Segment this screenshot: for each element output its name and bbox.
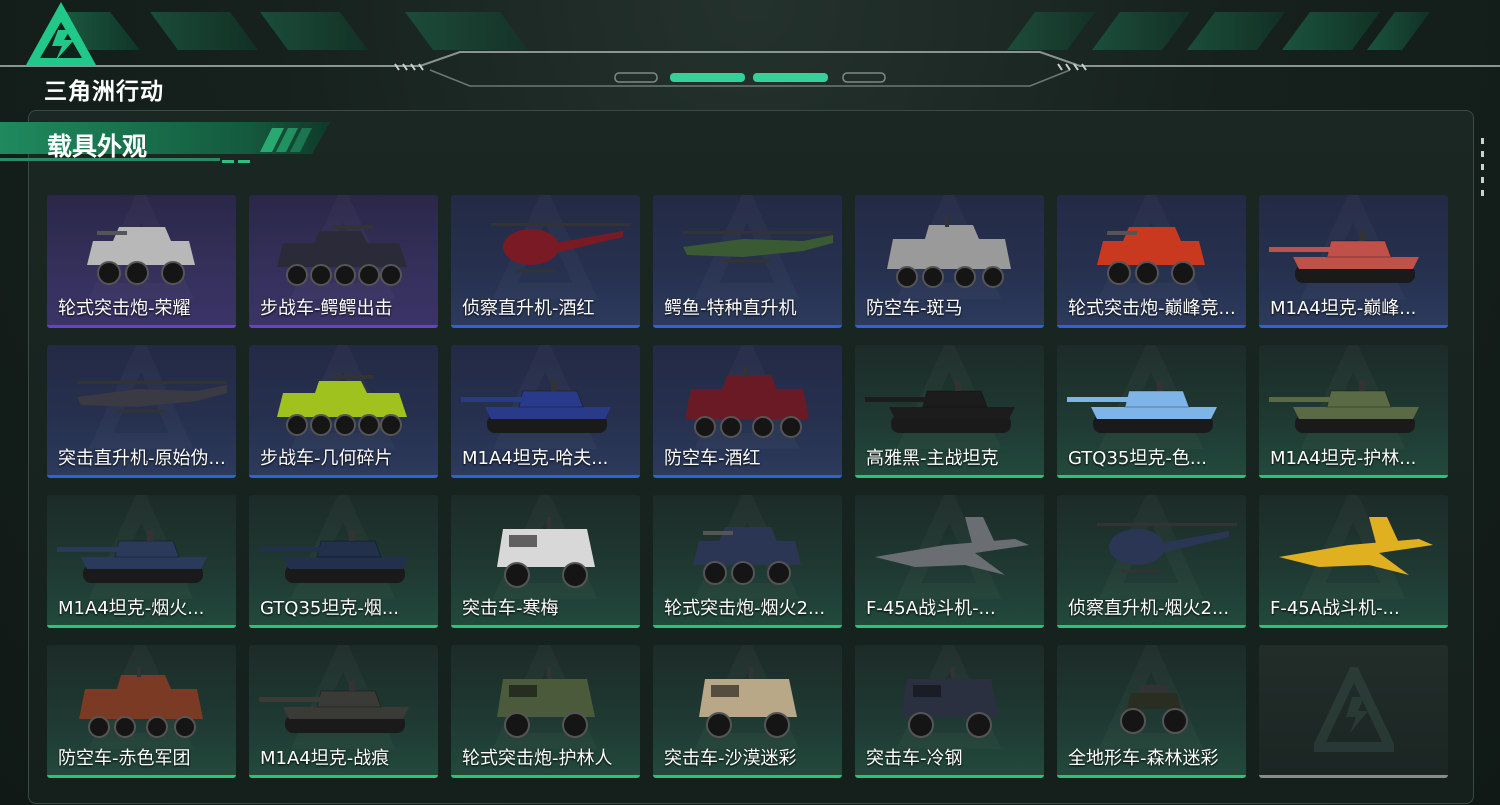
vehicle-skin-card[interactable]: 轮式突击炮-巅峰竞... [1057, 195, 1246, 328]
vehicle-skin-name: 防空车-赤色军团 [58, 748, 191, 769]
ifv-icon [277, 225, 407, 286]
tank-icon [1269, 231, 1419, 283]
wheeled-assault-gun-icon [1097, 227, 1205, 285]
vehicle-skin-card[interactable]: M1A4坦克-烟火... [47, 495, 236, 628]
tank-icon [57, 531, 207, 583]
aa-vehicle-icon [79, 667, 203, 738]
game-logo-text: 三角洲行动 [44, 79, 164, 105]
vehicle-skin-card[interactable]: M1A4坦克-巅峰... [1259, 195, 1448, 328]
scrollbar-indicator[interactable] [1481, 138, 1485, 203]
attack-helicopter-icon [77, 381, 227, 413]
fighter-jet-icon [1279, 517, 1433, 575]
vehicle-skin-card[interactable]: 鳄鱼-特种直升机 [653, 195, 842, 328]
vehicle-skin-card[interactable]: 防空车-酒红 [653, 345, 842, 478]
armored-car-icon [497, 667, 595, 738]
aa-vehicle-icon [685, 367, 809, 438]
empty-skin-slot[interactable] [1259, 645, 1448, 778]
vehicle-skin-name: 突击直升机-原始伪... [58, 448, 226, 469]
vehicle-skin-name: 侦察直升机-酒红 [462, 298, 595, 319]
ifv-icon [277, 375, 407, 436]
vehicle-skin-name: M1A4坦克-巅峰... [1270, 298, 1417, 319]
vehicle-skin-name: GTQ35坦克-烟... [260, 598, 400, 619]
fighter-jet-icon [875, 517, 1029, 575]
vehicle-skin-card[interactable]: 全地形车-森林迷彩 [1057, 645, 1246, 778]
vehicle-skin-card[interactable]: 侦察直升机-酒红 [451, 195, 640, 328]
vehicle-skin-card[interactable]: 突击车-沙漠迷彩 [653, 645, 842, 778]
vehicle-skin-name: F-45A战斗机-... [866, 598, 996, 619]
aa-vehicle-icon [887, 217, 1011, 288]
scout-helicopter-icon [491, 223, 631, 273]
vehicle-skin-name: 防空车-酒红 [664, 448, 761, 469]
vehicle-skin-name: M1A4坦克-战痕 [260, 748, 390, 769]
vehicle-skin-name: 高雅黑-主战坦克 [866, 448, 999, 469]
vehicle-skin-name: M1A4坦克-护林... [1270, 448, 1417, 469]
vehicle-skin-card[interactable]: M1A4坦克-哈夫... [451, 345, 640, 478]
vehicle-skin-card[interactable]: M1A4坦克-战痕 [249, 645, 438, 778]
vehicle-skin-name: 鳄鱼-特种直升机 [664, 298, 797, 319]
vehicle-skin-name: 轮式突击炮-荣耀 [58, 298, 191, 319]
tank-icon [1269, 381, 1419, 433]
armored-car-icon [497, 517, 595, 588]
vehicle-skin-name: 突击车-寒梅 [462, 598, 559, 619]
vehicle-skin-card[interactable]: 防空车-赤色军团 [47, 645, 236, 778]
tank-icon [865, 381, 1015, 433]
vehicle-skin-card[interactable]: 轮式突击炮-烟火2... [653, 495, 842, 628]
attack-helicopter-icon [683, 231, 833, 263]
vehicle-skin-name: 轮式突击炮-烟火2... [664, 598, 826, 619]
vehicle-skin-name: M1A4坦克-烟火... [58, 598, 205, 619]
vehicle-skin-card[interactable]: 轮式突击炮-荣耀 [47, 195, 236, 328]
vehicle-skin-card[interactable]: 突击车-冷钢 [855, 645, 1044, 778]
vehicle-skin-card[interactable]: 突击直升机-原始伪... [47, 345, 236, 478]
scout-helicopter-icon [1097, 523, 1237, 573]
header-decoration [0, 12, 1500, 87]
vehicle-skin-name: 步战车-几何碎片 [260, 448, 393, 469]
vehicle-skin-card[interactable]: GTQ35坦克-色... [1057, 345, 1246, 478]
vehicle-skin-name: 侦察直升机-烟火2... [1068, 598, 1230, 619]
vehicle-skin-name: GTQ35坦克-色... [1068, 448, 1208, 469]
vehicle-skin-card[interactable]: 突击车-寒梅 [451, 495, 640, 628]
tank-icon [259, 531, 409, 583]
vehicle-skin-card[interactable]: 轮式突击炮-护林人 [451, 645, 640, 778]
vehicle-skin-card[interactable]: GTQ35坦克-烟... [249, 495, 438, 628]
tank-icon [1067, 381, 1217, 433]
vehicle-skin-card[interactable]: 步战车-几何碎片 [249, 345, 438, 478]
vehicle-skin-name: M1A4坦克-哈夫... [462, 448, 609, 469]
wheeled-assault-gun-icon [693, 527, 801, 585]
armored-car-icon [699, 667, 797, 738]
vehicle-skin-name: 突击车-冷钢 [866, 748, 963, 769]
vehicle-skin-card[interactable]: 高雅黑-主战坦克 [855, 345, 1044, 478]
vehicle-skin-card[interactable]: 侦察直升机-烟火2... [1057, 495, 1246, 628]
vehicle-skin-card[interactable]: F-45A战斗机-... [855, 495, 1044, 628]
tank-icon [461, 381, 611, 433]
vehicle-skin-name: F-45A战斗机-... [1270, 598, 1400, 619]
vehicle-skin-name: 防空车-斑马 [866, 298, 963, 319]
vehicle-skin-name: 轮式突击炮-护林人 [462, 748, 613, 769]
vehicle-skin-card[interactable]: M1A4坦克-护林... [1259, 345, 1448, 478]
tank-icon [259, 681, 409, 733]
section-title: 载具外观 [47, 132, 148, 161]
top-header: 三角洲行动 [0, 0, 1500, 105]
vehicle-skin-name: 全地形车-森林迷彩 [1068, 748, 1219, 769]
placeholder-logo-icon [1314, 667, 1394, 752]
armored-car-icon [901, 667, 999, 738]
vehicle-skin-card[interactable]: 防空车-斑马 [855, 195, 1044, 328]
wheeled-assault-gun-icon [87, 227, 195, 285]
vehicle-skin-name: 突击车-沙漠迷彩 [664, 748, 797, 769]
vehicle-skin-name: 步战车-鳄鳄出击 [260, 298, 393, 319]
vehicle-skin-card[interactable]: 步战车-鳄鳄出击 [249, 195, 438, 328]
vehicle-skin-card[interactable]: F-45A战斗机-... [1259, 495, 1448, 628]
atv-icon [1120, 685, 1188, 734]
vehicle-skin-name: 轮式突击炮-巅峰竞... [1068, 298, 1236, 319]
